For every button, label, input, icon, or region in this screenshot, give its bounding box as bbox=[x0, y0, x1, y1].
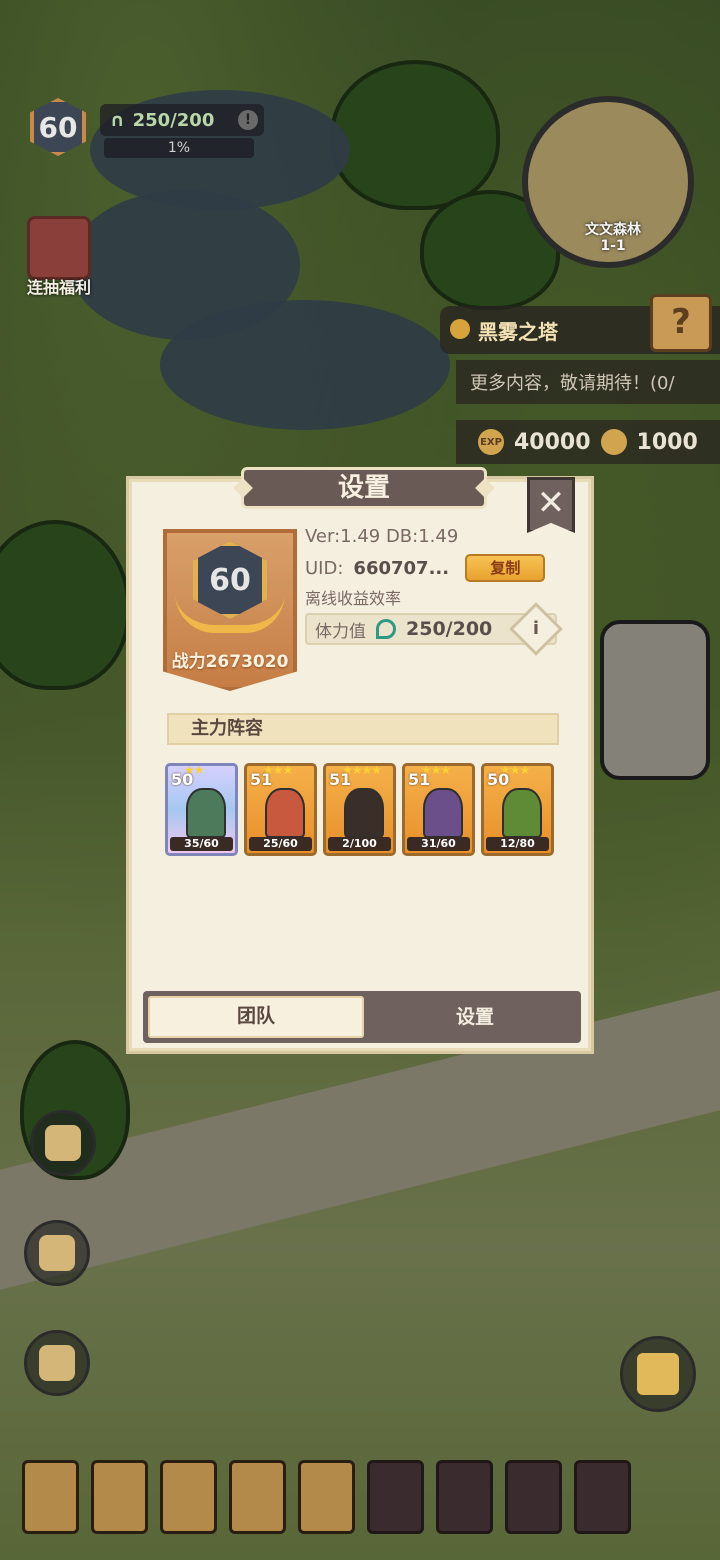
stamina-display[interactable]: ∩ 250/200 ! bbox=[100, 104, 264, 136]
backpack-button[interactable] bbox=[24, 1330, 90, 1396]
rank-emblem: 60 战力2673020 bbox=[163, 529, 297, 691]
quest-rewards: EXP 40000 1000 bbox=[456, 420, 720, 464]
map-location-name: 文文森林 bbox=[585, 222, 641, 238]
copy-button[interactable]: 复制 bbox=[465, 554, 546, 582]
stamina-icon bbox=[376, 619, 396, 639]
stamina-row: 体力值 250/200 i bbox=[305, 602, 563, 656]
stamina-value: 250/200 bbox=[132, 109, 215, 131]
progress-percent: 1% bbox=[104, 138, 254, 158]
hero-portrait bbox=[502, 788, 542, 838]
warning-icon: ! bbox=[238, 110, 258, 130]
task-log-button[interactable] bbox=[30, 1110, 96, 1176]
offline-efficiency-label: 离线收益效率 bbox=[305, 589, 402, 608]
stamina-label: 体力值 bbox=[315, 621, 366, 642]
quest-icon bbox=[450, 319, 470, 339]
hero-lineup: ★★ 50 35/60 ★★★ 51 25/60 ★★★★ 51 2/100 ★… bbox=[165, 763, 554, 856]
dialog-title: 设置 bbox=[241, 467, 487, 509]
hero-slot[interactable] bbox=[298, 1460, 355, 1534]
dialog-tab-bar: 团队 设置 bbox=[143, 991, 581, 1043]
empty-slot[interactable] bbox=[505, 1460, 562, 1534]
hero-progress: 2/100 bbox=[328, 837, 391, 851]
hero-portrait bbox=[423, 788, 463, 838]
exp-icon: EXP bbox=[478, 429, 504, 455]
reward-exp: 40000 bbox=[514, 429, 591, 455]
quest-panel[interactable]: 黑雾之塔 ? bbox=[440, 294, 720, 354]
hero-progress: 25/60 bbox=[249, 837, 312, 851]
hero-slot-bar bbox=[22, 1460, 631, 1534]
hero-level: 51 bbox=[329, 770, 352, 789]
hero-level: 51 bbox=[408, 770, 431, 789]
hero-progress: 12/80 bbox=[486, 837, 549, 851]
player-level-badge[interactable]: 60 bbox=[22, 96, 94, 164]
hero-portrait bbox=[265, 788, 305, 838]
stamina-value: 250/200 bbox=[406, 618, 493, 640]
hero-card[interactable]: ★★★ 50 12/80 bbox=[481, 763, 554, 856]
uid-label: UID: bbox=[305, 557, 344, 579]
player-level-text: 60 bbox=[30, 98, 86, 156]
hero-portrait-icon bbox=[27, 216, 91, 280]
empty-slot[interactable] bbox=[367, 1460, 424, 1534]
map-stage: 1-1 bbox=[600, 238, 626, 254]
stamina-icon: ∩ bbox=[110, 109, 125, 131]
uid-value: 660707... bbox=[353, 557, 450, 579]
draw-bonus-label: 连抽福利 bbox=[26, 278, 91, 297]
card-pack-button[interactable] bbox=[24, 1220, 90, 1286]
uid-row: UID: 660707... 复制 bbox=[305, 551, 565, 585]
hero-progress: 31/60 bbox=[407, 837, 470, 851]
hero-level: 50 bbox=[171, 770, 194, 789]
hero-slot[interactable] bbox=[91, 1460, 148, 1534]
minimap[interactable]: 文文森林 1-1 bbox=[522, 96, 694, 268]
empty-slot[interactable] bbox=[574, 1460, 631, 1534]
empty-slot[interactable] bbox=[436, 1460, 493, 1534]
settings-dialog: 设置 ✕ 60 战力2673020 Ver:1.49 DB:1.49 UID: … bbox=[126, 467, 594, 1054]
hero-slot[interactable] bbox=[229, 1460, 286, 1534]
quest-book-icon[interactable]: ? bbox=[650, 294, 712, 352]
combat-power: 战力2673020 bbox=[171, 652, 289, 672]
tab-settings[interactable]: 设置 bbox=[369, 991, 581, 1043]
hero-level: 51 bbox=[250, 770, 273, 789]
hero-portrait bbox=[186, 788, 226, 838]
hero-card[interactable]: ★★★ 51 25/60 bbox=[244, 763, 317, 856]
hero-slot[interactable] bbox=[160, 1460, 217, 1534]
camp-button[interactable] bbox=[620, 1336, 696, 1412]
draw-bonus-button[interactable]: 连抽福利 bbox=[18, 216, 100, 300]
reward-gold: 1000 bbox=[636, 429, 698, 455]
quest-subtitle-text: 更多内容，敬请期待！(0/ bbox=[470, 373, 675, 394]
version-text: Ver:1.49 DB:1.49 bbox=[305, 526, 459, 547]
gold-icon bbox=[600, 429, 627, 455]
hero-progress: 35/60 bbox=[170, 837, 233, 851]
minimap-location: 文文森林 1-1 bbox=[558, 222, 668, 254]
hero-level: 50 bbox=[487, 770, 510, 789]
hero-slot[interactable] bbox=[22, 1460, 79, 1534]
quest-subtitle: 更多内容，敬请期待！(0/ bbox=[456, 360, 720, 404]
hero-card[interactable]: ★★ 50 35/60 bbox=[165, 763, 238, 856]
info-icon: i bbox=[532, 618, 540, 639]
quest-title: 黑雾之塔 bbox=[478, 319, 558, 344]
hero-portrait bbox=[344, 788, 384, 838]
lineup-section-title: 主力阵容 bbox=[167, 713, 559, 745]
account-info: Ver:1.49 DB:1.49 UID: 660707... 复制 离线收益效… bbox=[305, 523, 565, 656]
tab-team[interactable]: 团队 bbox=[148, 996, 364, 1038]
hero-card[interactable]: ★★★ 51 31/60 bbox=[402, 763, 475, 856]
hero-card[interactable]: ★★★★ 51 2/100 bbox=[323, 763, 396, 856]
